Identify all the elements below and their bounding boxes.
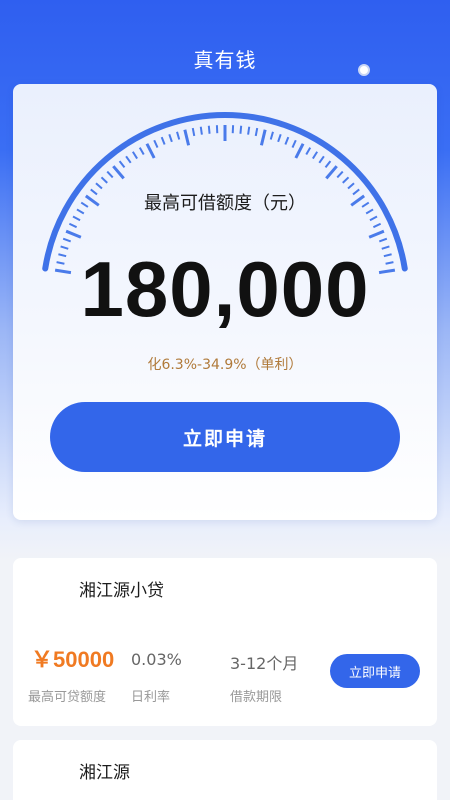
product-name: 湘江源 (79, 763, 130, 783)
gauge-tick (378, 237, 388, 243)
gauge-tick (324, 160, 332, 169)
gauge-tick (100, 176, 108, 184)
gauge-tick (312, 151, 319, 160)
product-loan-term: 3-12个月 (230, 654, 299, 673)
gauge-tick (62, 237, 72, 243)
gauge-tick (318, 155, 325, 164)
gauge-tick (372, 222, 382, 229)
gauge-tick (153, 139, 159, 148)
gauge-tick (291, 139, 297, 148)
gauge-tick (168, 133, 173, 143)
product-name: 湘江源小贷 (79, 581, 164, 601)
gauge-tick (269, 131, 274, 140)
gauge-tick (277, 133, 282, 143)
apply-now-button[interactable]: 立即申请 (50, 402, 400, 472)
credit-gauge (42, 112, 408, 275)
product-term-label: 借款期限 (230, 690, 283, 705)
gauge-tick (68, 222, 78, 229)
app-title: 真有钱 (193, 48, 257, 72)
gauge-tick (183, 129, 191, 146)
product-rate-label: 日利率 (131, 690, 171, 705)
gauge-tick (305, 147, 312, 156)
gauge-tick (160, 136, 166, 145)
gauge-tick (254, 127, 259, 137)
hero-card: 最高可借额度（元） 180,000 化6.3%-34.9%（单利） 立即申请 (13, 84, 437, 520)
gauge-tick (125, 155, 132, 164)
gauge-tick (72, 215, 81, 222)
gauge-tick (176, 131, 181, 140)
gauge-tick (325, 165, 338, 180)
gauge-tick (65, 229, 82, 239)
gauge-tick (259, 129, 267, 146)
gauge-tick (112, 165, 125, 180)
gauge-tick (342, 176, 350, 184)
gauge-tick (239, 125, 243, 134)
gauge-tick (191, 127, 196, 137)
gauge-tick (294, 143, 305, 159)
gauge-tick (145, 143, 156, 159)
product-amount-label: 最高可贷额度 (28, 690, 107, 705)
max-credit-label: 最高可借额度（元） (144, 193, 306, 214)
gauge-tick (95, 182, 103, 190)
gauge-tick (369, 215, 378, 222)
product-max-amount: ￥50000 (31, 647, 115, 672)
gauge-tick (118, 160, 126, 169)
gauge-tick (368, 229, 385, 239)
product-daily-rate: 0.03% (131, 650, 182, 669)
max-credit-amount: 180,000 (80, 245, 370, 333)
gauge-tick (347, 182, 355, 190)
gauge-tick (106, 170, 114, 179)
status-badge-icon (358, 64, 370, 76)
product-card[interactable]: 湘江源 (13, 740, 437, 800)
gauge-tick (131, 151, 138, 160)
interest-rate-range: 化6.3%-34.9%（单利） (147, 357, 303, 373)
gauge-tick (199, 126, 203, 135)
gauge-tick (284, 136, 290, 145)
gauge-tick (138, 147, 145, 156)
product-card[interactable]: 湘江源小贷 ￥50000 0.03% 3-12个月 最高可贷额度 日利率 借款期… (13, 558, 437, 726)
product-apply-button[interactable]: 立即申请 (330, 654, 420, 688)
gauge-tick (207, 125, 211, 134)
gauge-tick (336, 170, 344, 179)
gauge-tick (247, 126, 251, 135)
